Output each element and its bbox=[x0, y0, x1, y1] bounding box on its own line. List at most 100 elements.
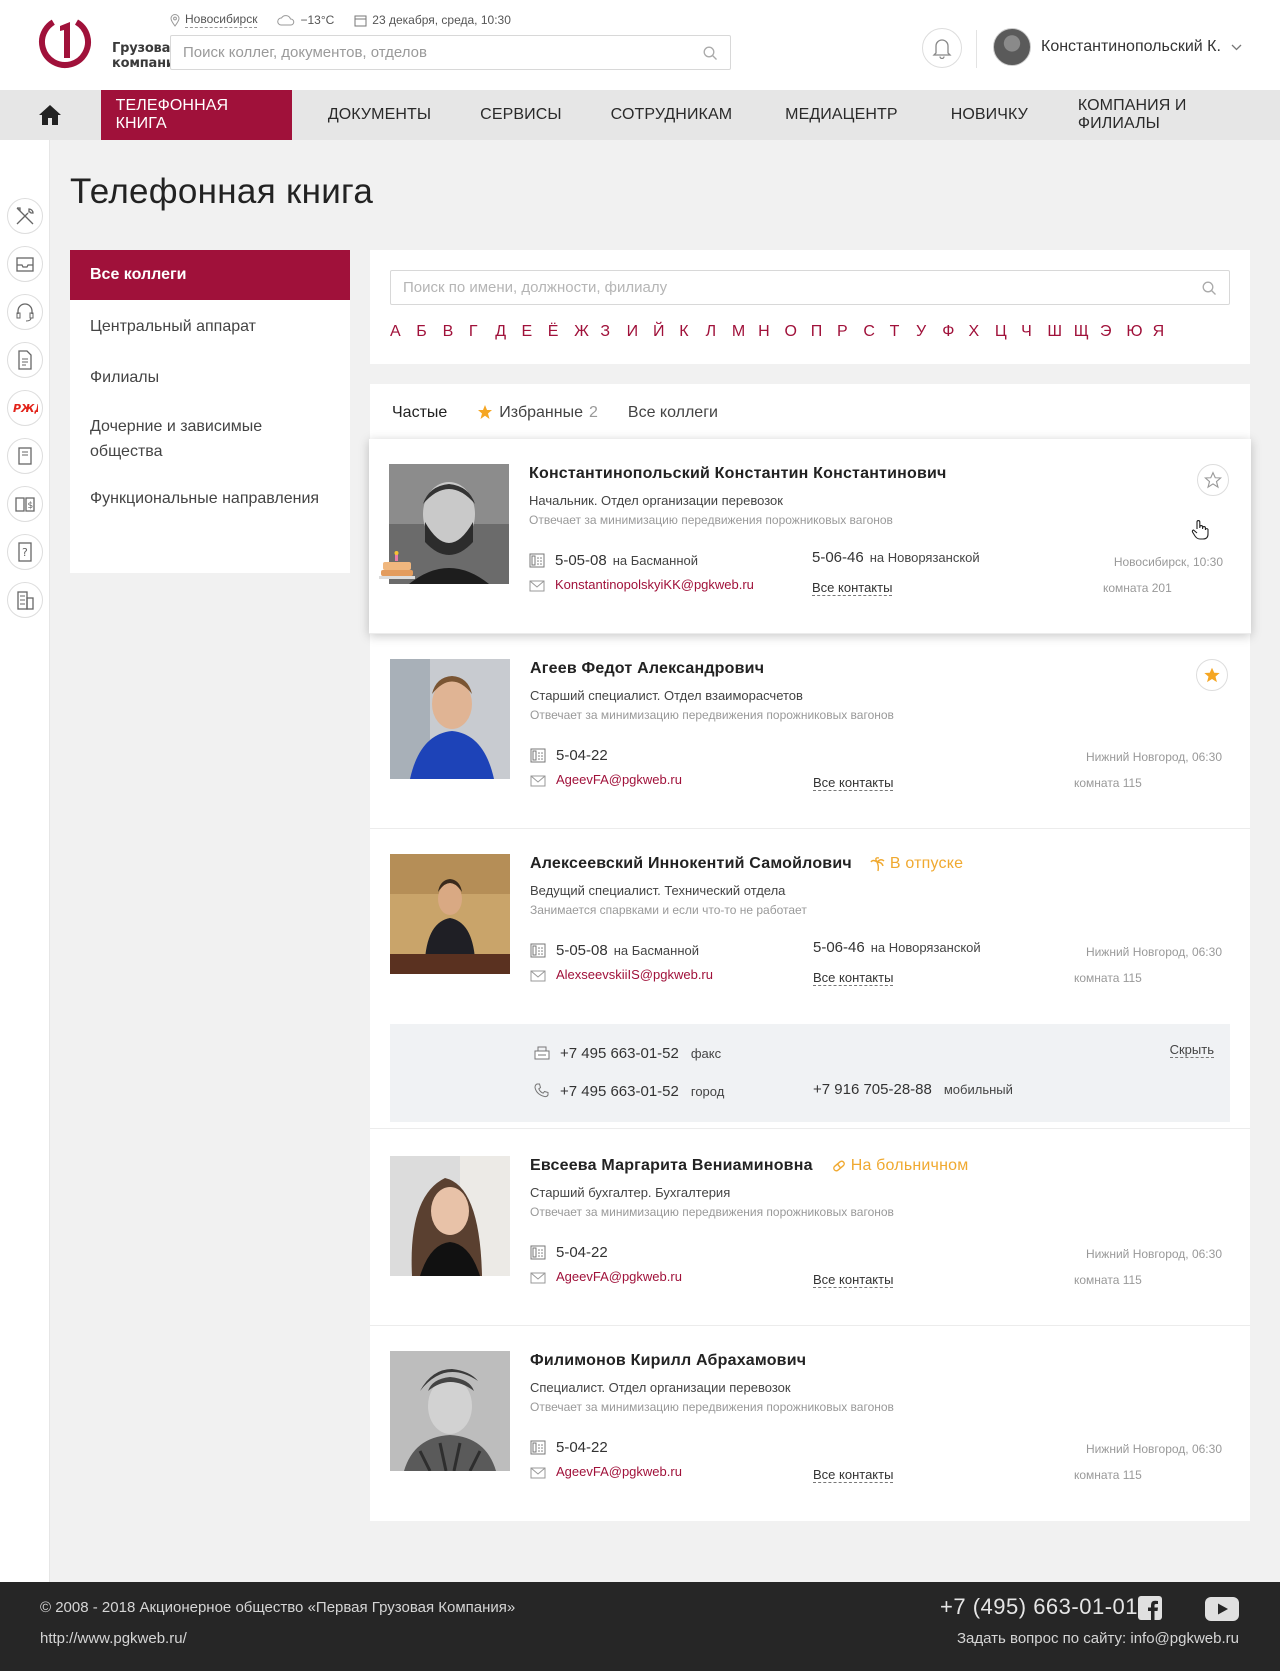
phone-number[interactable]: 5-06-46 bbox=[813, 939, 865, 956]
city-selector[interactable]: Новосибирск bbox=[170, 12, 258, 28]
alphabet-letter[interactable]: С bbox=[863, 323, 889, 341]
phone-number[interactable]: 5-05-08 bbox=[555, 552, 607, 569]
company-logo[interactable]: Грузовая компания bbox=[38, 14, 183, 72]
phone-number[interactable]: 5-04-22 bbox=[556, 1244, 608, 1261]
search-icon[interactable] bbox=[1202, 281, 1217, 296]
person-photo[interactable] bbox=[390, 1156, 510, 1276]
notifications-button[interactable] bbox=[922, 28, 962, 68]
tab-all[interactable]: Все коллеги bbox=[628, 404, 718, 438]
nav-documents[interactable]: ДОКУМЕНТЫ bbox=[313, 90, 446, 140]
person-name-text[interactable]: Агеев Федот Александрович bbox=[530, 660, 764, 678]
nav-phonebook[interactable]: ТЕЛЕФОННАЯ КНИГА bbox=[100, 90, 292, 140]
all-contacts-link[interactable]: Все контакты bbox=[813, 1468, 894, 1483]
alphabet-letter[interactable]: Т bbox=[890, 323, 916, 341]
alphabet-letter[interactable]: Н bbox=[758, 323, 784, 341]
rail-book[interactable] bbox=[7, 438, 43, 474]
person-name[interactable]: Филимонов Кирилл Абрахамович bbox=[530, 1352, 806, 1370]
alphabet-letter[interactable]: К bbox=[679, 323, 705, 341]
nav-services[interactable]: СЕРВИСЫ bbox=[465, 90, 577, 140]
alphabet-letter[interactable]: Д bbox=[495, 323, 521, 341]
favorite-toggle[interactable] bbox=[1196, 659, 1228, 691]
person-email[interactable]: AgeevFA@pgkweb.ru bbox=[556, 1269, 682, 1284]
alphabet-letter[interactable]: Е bbox=[521, 323, 547, 341]
person-name[interactable]: Агеев Федот Александрович bbox=[530, 660, 764, 678]
favorite-toggle[interactable] bbox=[1197, 464, 1229, 496]
rail-support[interactable] bbox=[7, 294, 43, 330]
rail-help[interactable]: ? bbox=[7, 534, 43, 570]
sidebar-item-all[interactable]: Все коллеги bbox=[70, 250, 350, 300]
alphabet-letter[interactable]: Э bbox=[1100, 323, 1126, 341]
person-card[interactable]: Филимонов Кирилл Абрахамович Специалист.… bbox=[370, 1326, 1250, 1521]
rail-rzd[interactable]: РЖД bbox=[7, 390, 43, 426]
rail-tools[interactable] bbox=[7, 198, 43, 234]
person-name-text[interactable]: Алексеевский Иннокентий Самойлович bbox=[530, 855, 852, 873]
mobile-number[interactable]: +7 916 705-28-88 bbox=[813, 1081, 932, 1098]
rail-documents[interactable] bbox=[7, 342, 43, 378]
city-name[interactable]: Новосибирск bbox=[185, 12, 258, 28]
alphabet-letter[interactable]: П bbox=[811, 323, 837, 341]
person-card[interactable]: Евсеева Маргарита Вениаминовна На больни… bbox=[370, 1131, 1250, 1326]
person-name-text[interactable]: Евсеева Маргарита Вениаминовна bbox=[530, 1157, 813, 1175]
alphabet-letter[interactable]: М bbox=[732, 323, 758, 341]
nav-company[interactable]: КОМПАНИЯ И ФИЛИАЛЫ bbox=[1063, 90, 1280, 140]
alphabet-letter[interactable]: Р bbox=[837, 323, 863, 341]
alphabet-letter[interactable]: Ж bbox=[574, 323, 600, 341]
alphabet-letter[interactable]: З bbox=[600, 323, 626, 341]
all-contacts-link[interactable]: Все контакты bbox=[813, 971, 894, 986]
person-card[interactable]: Константинопольский Константин Константи… bbox=[369, 439, 1251, 634]
sidebar-item-branches[interactable]: Филиалы bbox=[70, 365, 350, 390]
person-name[interactable]: Евсеева Маргарита Вениаминовна На больни… bbox=[530, 1157, 968, 1175]
rail-buildings[interactable] bbox=[7, 582, 43, 618]
person-name-text[interactable]: Филимонов Кирилл Абрахамович bbox=[530, 1352, 806, 1370]
user-menu[interactable]: Константинопольский К. bbox=[993, 28, 1242, 66]
alphabet-letter[interactable]: Л bbox=[706, 323, 732, 341]
site-url[interactable]: http://www.pgkweb.ru/ bbox=[40, 1630, 187, 1647]
global-search-input[interactable] bbox=[171, 36, 730, 69]
nav-employees[interactable]: СОТРУДНИКАМ bbox=[596, 90, 748, 140]
alphabet-letter[interactable]: Г bbox=[469, 323, 495, 341]
rail-finance[interactable]: $ bbox=[7, 486, 43, 522]
alphabet-letter[interactable]: Щ bbox=[1074, 323, 1100, 341]
alphabet-letter[interactable]: Ч bbox=[1021, 323, 1047, 341]
alphabet-letter[interactable]: Ф bbox=[942, 323, 968, 341]
person-photo[interactable] bbox=[390, 659, 510, 779]
rail-inbox[interactable] bbox=[7, 246, 43, 282]
facebook-link[interactable] bbox=[1138, 1596, 1162, 1625]
person-photo[interactable] bbox=[390, 854, 510, 974]
alphabet-letter[interactable]: Я bbox=[1153, 323, 1179, 341]
alphabet-letter[interactable]: Ш bbox=[1047, 323, 1073, 341]
all-contacts-link[interactable]: Все контакты bbox=[812, 581, 893, 596]
person-email[interactable]: AlexseevskiiIS@pgkweb.ru bbox=[556, 967, 713, 982]
all-contacts-link[interactable]: Все контакты bbox=[813, 776, 894, 791]
alphabet-letter[interactable]: О bbox=[784, 323, 810, 341]
ask-email-link[interactable]: info@pgkweb.ru bbox=[1130, 1630, 1239, 1647]
search-icon[interactable] bbox=[703, 46, 718, 61]
person-name-text[interactable]: Константинопольский Константин Константи… bbox=[529, 465, 947, 483]
tab-frequent[interactable]: Частые bbox=[392, 404, 448, 442]
hide-contacts-link[interactable]: Скрыть bbox=[1169, 1043, 1214, 1058]
person-email[interactable]: AgeevFA@pgkweb.ru bbox=[556, 772, 682, 787]
youtube-link[interactable] bbox=[1205, 1597, 1239, 1626]
people-search-input[interactable] bbox=[391, 271, 1229, 304]
alphabet-letter[interactable]: Ё bbox=[548, 323, 574, 341]
person-card[interactable]: Агеев Федот Александрович Старший специа… bbox=[370, 634, 1250, 829]
user-name[interactable]: Константинопольский К. bbox=[1041, 38, 1221, 56]
person-name[interactable]: Алексеевский Иннокентий Самойлович В отп… bbox=[530, 855, 963, 873]
phone-number[interactable]: 5-04-22 bbox=[556, 1439, 608, 1456]
chevron-down-icon[interactable] bbox=[1231, 44, 1242, 51]
alphabet-letter[interactable]: В bbox=[443, 323, 469, 341]
phone-number[interactable]: 5-04-22 bbox=[556, 747, 608, 764]
user-avatar[interactable] bbox=[993, 28, 1031, 66]
all-contacts-link[interactable]: Все контакты bbox=[813, 1273, 894, 1288]
phone-number[interactable]: 5-05-08 bbox=[556, 942, 608, 959]
alphabet-letter[interactable]: А bbox=[390, 323, 416, 341]
alphabet-letter[interactable]: Ц bbox=[995, 323, 1021, 341]
person-email[interactable]: AgeevFA@pgkweb.ru bbox=[556, 1464, 682, 1479]
alphabet-letter[interactable]: У bbox=[916, 323, 942, 341]
sidebar-item-subsidiaries[interactable]: Дочерние и зависимые общества bbox=[70, 414, 290, 464]
nav-mediacenter[interactable]: МЕДИАЦЕНТР bbox=[770, 90, 913, 140]
person-name[interactable]: Константинопольский Константин Константи… bbox=[529, 465, 947, 483]
alphabet-letter[interactable]: И bbox=[627, 323, 653, 341]
fax-number[interactable]: +7 495 663-01-52 bbox=[560, 1045, 679, 1062]
sidebar-item-central[interactable]: Центральный аппарат bbox=[70, 314, 350, 339]
